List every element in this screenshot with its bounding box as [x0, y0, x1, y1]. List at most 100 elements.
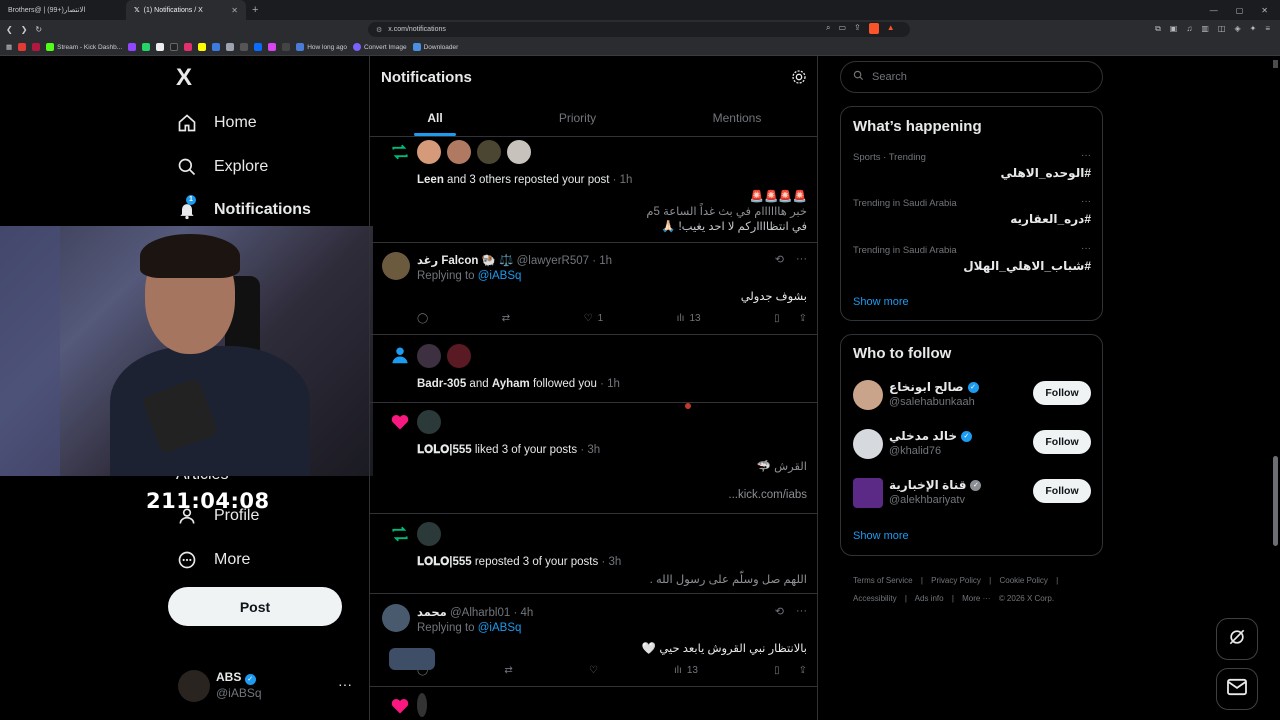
post-button[interactable]: Post: [168, 587, 342, 626]
reload-icon[interactable]: ↻: [35, 25, 42, 34]
bookmark-icon[interactable]: [32, 43, 41, 51]
repost-button[interactable]: ⇄: [502, 313, 510, 324]
youtube-icon[interactable]: [18, 43, 27, 51]
forward-icon[interactable]: ❯: [21, 25, 28, 34]
mention-link[interactable]: @iABSq: [478, 270, 522, 282]
views-button[interactable]: ılı 13: [677, 313, 701, 324]
follow-button[interactable]: Follow: [1033, 479, 1091, 503]
snapchat-icon[interactable]: [198, 43, 207, 51]
minimize-icon[interactable]: —: [1210, 6, 1218, 15]
more-icon[interactable]: ···: [1081, 150, 1091, 161]
trend-item[interactable]: Trending in Saudi Arabia ··· #دره_العقار…: [853, 196, 1091, 242]
leo-icon[interactable]: ✦: [1250, 24, 1257, 34]
browser-tab-active[interactable]: 𝕏 (1) Notifications / X ✕: [126, 0, 246, 20]
suggestion-name[interactable]: ✓ صالح ابونخاع: [889, 380, 979, 394]
site-info-icon[interactable]: ⚙: [376, 26, 382, 34]
bookmark-icon[interactable]: [268, 43, 277, 51]
trend-item[interactable]: Trending in Saudi Arabia ··· #شباب_الاهل…: [853, 243, 1091, 289]
close-window-icon[interactable]: ✕: [1261, 6, 1268, 15]
tab-priority[interactable]: Priority: [500, 100, 655, 136]
share-icon[interactable]: ⇪: [799, 665, 807, 676]
bookmark-icon[interactable]: [254, 43, 263, 51]
account-switcher[interactable]: ABS ✓ @iABSq ···: [178, 668, 358, 708]
repost-button[interactable]: ⇄: [504, 665, 512, 676]
grok-icon[interactable]: ⟲: [775, 605, 784, 618]
actor-name[interactable]: 𝐋𝐎𝐋𝐎|555: [417, 556, 472, 568]
nav-explore[interactable]: Explore: [176, 156, 268, 178]
scrollbar-thumb[interactable]: [1273, 456, 1278, 546]
avatar[interactable]: [417, 410, 441, 434]
x-icon[interactable]: [156, 43, 165, 51]
avatar[interactable]: [477, 140, 501, 164]
nav-notifications[interactable]: 1 Notifications: [176, 195, 311, 221]
bookmark-how-long-ago[interactable]: How long ago: [296, 43, 347, 51]
bookmark-icon[interactable]: [226, 43, 235, 51]
whatsapp-icon[interactable]: [142, 43, 151, 51]
actor-name[interactable]: Leen: [417, 174, 444, 186]
settings-gear-icon[interactable]: [791, 69, 807, 85]
show-more-link[interactable]: Show more: [853, 296, 909, 308]
show-more-link[interactable]: Show more: [853, 530, 909, 542]
more-icon[interactable]: ···: [1081, 243, 1091, 254]
author-handle[interactable]: @Alharbl01: [450, 607, 510, 619]
brave-shield-icon[interactable]: [868, 23, 879, 34]
avatar[interactable]: [447, 140, 471, 164]
scrollbar-arrow[interactable]: [1273, 60, 1278, 68]
author-name[interactable]: رغد Falcon 🐏 ⚖️: [417, 255, 513, 267]
share-icon[interactable]: ⇪: [799, 313, 807, 324]
more-icon[interactable]: ···: [338, 676, 352, 692]
avatar[interactable]: [853, 380, 883, 410]
more-icon[interactable]: ···: [796, 605, 807, 618]
bookmark-kick[interactable]: Stream - Kick Dashb...: [46, 43, 122, 51]
avatar[interactable]: [417, 693, 427, 717]
like-button[interactable]: ♡ 1: [584, 313, 604, 324]
like-button[interactable]: ♡: [589, 665, 598, 676]
avatar[interactable]: [447, 344, 471, 368]
notification-item[interactable]: 𝐋𝐎𝐋𝐎|555 reposted 3 of your posts · 3h ا…: [370, 514, 817, 594]
vpn-icon[interactable]: ◈: [1234, 24, 1240, 34]
extension-icon[interactable]: ⧉: [1155, 24, 1161, 34]
brave-rewards-icon[interactable]: ▲: [887, 23, 895, 34]
reply-button[interactable]: ◯: [417, 313, 428, 324]
avatar[interactable]: [853, 478, 883, 508]
trend-item[interactable]: Sports · Trending ··· #الوحده_الاهلي: [853, 150, 1091, 196]
sidebar-icon[interactable]: ▥: [1201, 24, 1209, 34]
actor-name[interactable]: Ayham: [492, 378, 530, 390]
bookmark-icon[interactable]: [282, 43, 291, 51]
github-icon[interactable]: [240, 43, 249, 51]
avatar[interactable]: [382, 252, 410, 280]
tiktok-icon[interactable]: [170, 43, 179, 51]
bookmark-downloader[interactable]: Downloader: [412, 43, 458, 51]
back-icon[interactable]: ❮: [6, 25, 13, 34]
share-icon[interactable]: ⇪: [854, 23, 861, 34]
avatar[interactable]: [417, 344, 441, 368]
follow-suggestion[interactable]: ✓ قناة الإخبارية @alekhbariyatv Follow: [853, 476, 1093, 516]
avatar[interactable]: [382, 604, 410, 632]
avatar[interactable]: [417, 140, 441, 164]
more-icon[interactable]: ···: [796, 253, 807, 266]
suggestion-name[interactable]: ✓ خالد مدخلي: [889, 429, 972, 443]
browser-tab[interactable]: Brothers@ | الانتصار(+99): [0, 0, 126, 20]
avatar[interactable]: [417, 522, 441, 546]
notification-item[interactable]: 𝐋𝐎𝐋𝐎|555 liked 3 of your posts · 3h القر…: [370, 403, 817, 514]
grok-button[interactable]: [1216, 618, 1258, 660]
apps-icon[interactable]: ▦: [6, 43, 12, 51]
avatar[interactable]: [853, 429, 883, 459]
new-tab-button[interactable]: +: [252, 4, 258, 16]
footer-link[interactable]: Terms of Service: [853, 576, 913, 585]
x-logo[interactable]: X: [176, 66, 198, 90]
author-handle[interactable]: @lawyerR507: [517, 255, 589, 267]
footer-link[interactable]: Cookie Policy: [999, 576, 1047, 585]
follow-button[interactable]: Follow: [1033, 381, 1091, 405]
follow-suggestion[interactable]: ✓ خالد مدخلي @khalid76 Follow: [853, 427, 1093, 467]
actor-name[interactable]: Badr-305: [417, 378, 466, 390]
bookmark-button[interactable]: ▯ ⇪: [774, 313, 807, 324]
footer-link[interactable]: Privacy Policy: [931, 576, 981, 585]
notification-item[interactable]: Leen and 3 others reposted your post · 1…: [370, 137, 817, 243]
bookmark-button[interactable]: ▯ ⇪: [774, 665, 807, 676]
twitch-icon[interactable]: [128, 43, 137, 51]
footer-link[interactable]: Accessibility: [853, 594, 897, 603]
menu-icon[interactable]: ≡: [1265, 24, 1270, 34]
footer-link[interactable]: Ads info: [915, 594, 944, 603]
extension-icon[interactable]: ▣: [1170, 24, 1178, 34]
